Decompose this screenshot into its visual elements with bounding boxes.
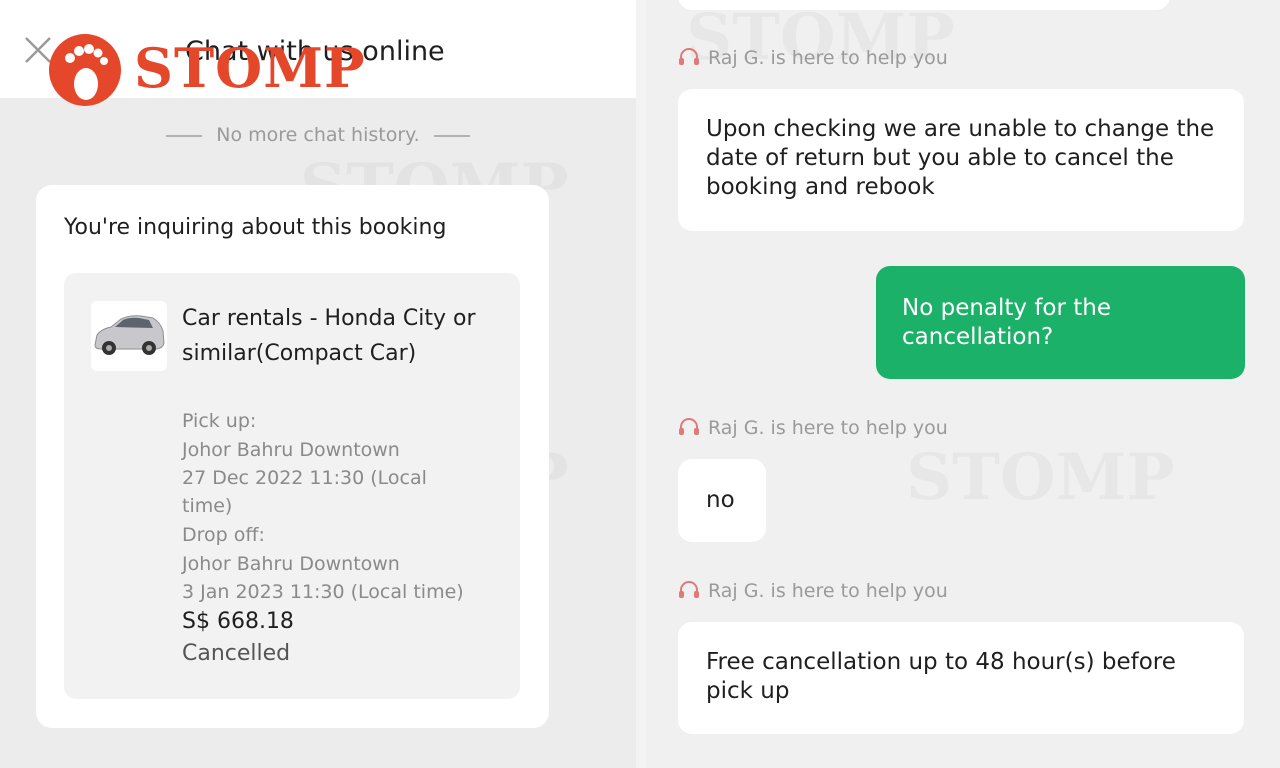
booking-status: Cancelled <box>182 641 291 666</box>
agent-message: no <box>678 459 766 542</box>
foot-icon <box>49 34 121 106</box>
dropoff-location: Johor Bahru Downtown <box>182 553 400 575</box>
logo-text: STOMP <box>134 36 366 100</box>
message-text: No penalty for the cancellation? <box>902 295 1112 350</box>
car-icon <box>94 315 165 355</box>
divider <box>166 134 203 137</box>
agent-label-text: Raj G. is here to help you <box>708 47 948 69</box>
headset-icon <box>679 418 699 435</box>
booking-price: S$ 668.18 <box>182 609 294 634</box>
previous-message-bubble <box>678 0 1170 10</box>
dropoff-time: 3 Jan 2023 11:30 (Local time) <box>182 581 464 603</box>
agent-label-text: Raj G. is here to help you <box>708 580 948 602</box>
chat-panel: STOMP STOMP STOMP Raj G. is here to help… <box>646 0 1280 768</box>
car-name: Car rentals - Honda City or similar(Comp… <box>182 306 476 366</box>
pickup-time-cont: time) <box>182 495 233 517</box>
booking-details[interactable]: Car rentals - Honda City or similar(Comp… <box>64 273 520 699</box>
pickup-time: 27 Dec 2022 11:30 (Local <box>182 467 427 489</box>
agent-label: Raj G. is here to help you <box>678 580 948 602</box>
car-thumbnail <box>91 301 167 371</box>
history-note-text: No more chat history. <box>216 124 420 146</box>
agent-label-text: Raj G. is here to help you <box>708 417 948 439</box>
booking-card[interactable]: You're inquiring about this booking Car … <box>36 185 549 728</box>
message-text: Upon checking we are unable to change th… <box>706 116 1215 200</box>
message-text: no <box>706 487 735 513</box>
stomp-logo: STOMP <box>46 30 365 108</box>
history-note: No more chat history. <box>0 124 636 146</box>
agent-label: Raj G. is here to help you <box>678 417 948 439</box>
agent-message: Upon checking we are unable to change th… <box>678 89 1244 231</box>
booking-panel: Chat with us online STOMP STOMP No more … <box>0 0 636 768</box>
agent-message: Free cancellation up to 48 hour(s) befor… <box>678 622 1244 734</box>
booking-heading: You're inquiring about this booking <box>64 215 447 240</box>
pickup-label: Pick up: <box>182 410 257 432</box>
pickup-location: Johor Bahru Downtown <box>182 439 400 461</box>
watermark: STOMP <box>906 440 1175 515</box>
dropoff-label: Drop off: <box>182 524 265 546</box>
message-text: Free cancellation up to 48 hour(s) befor… <box>706 649 1176 704</box>
headset-icon <box>679 48 699 65</box>
headset-icon <box>679 581 699 598</box>
divider <box>433 134 470 137</box>
agent-label: Raj G. is here to help you <box>678 47 948 69</box>
user-message: No penalty for the cancellation? <box>876 266 1245 379</box>
